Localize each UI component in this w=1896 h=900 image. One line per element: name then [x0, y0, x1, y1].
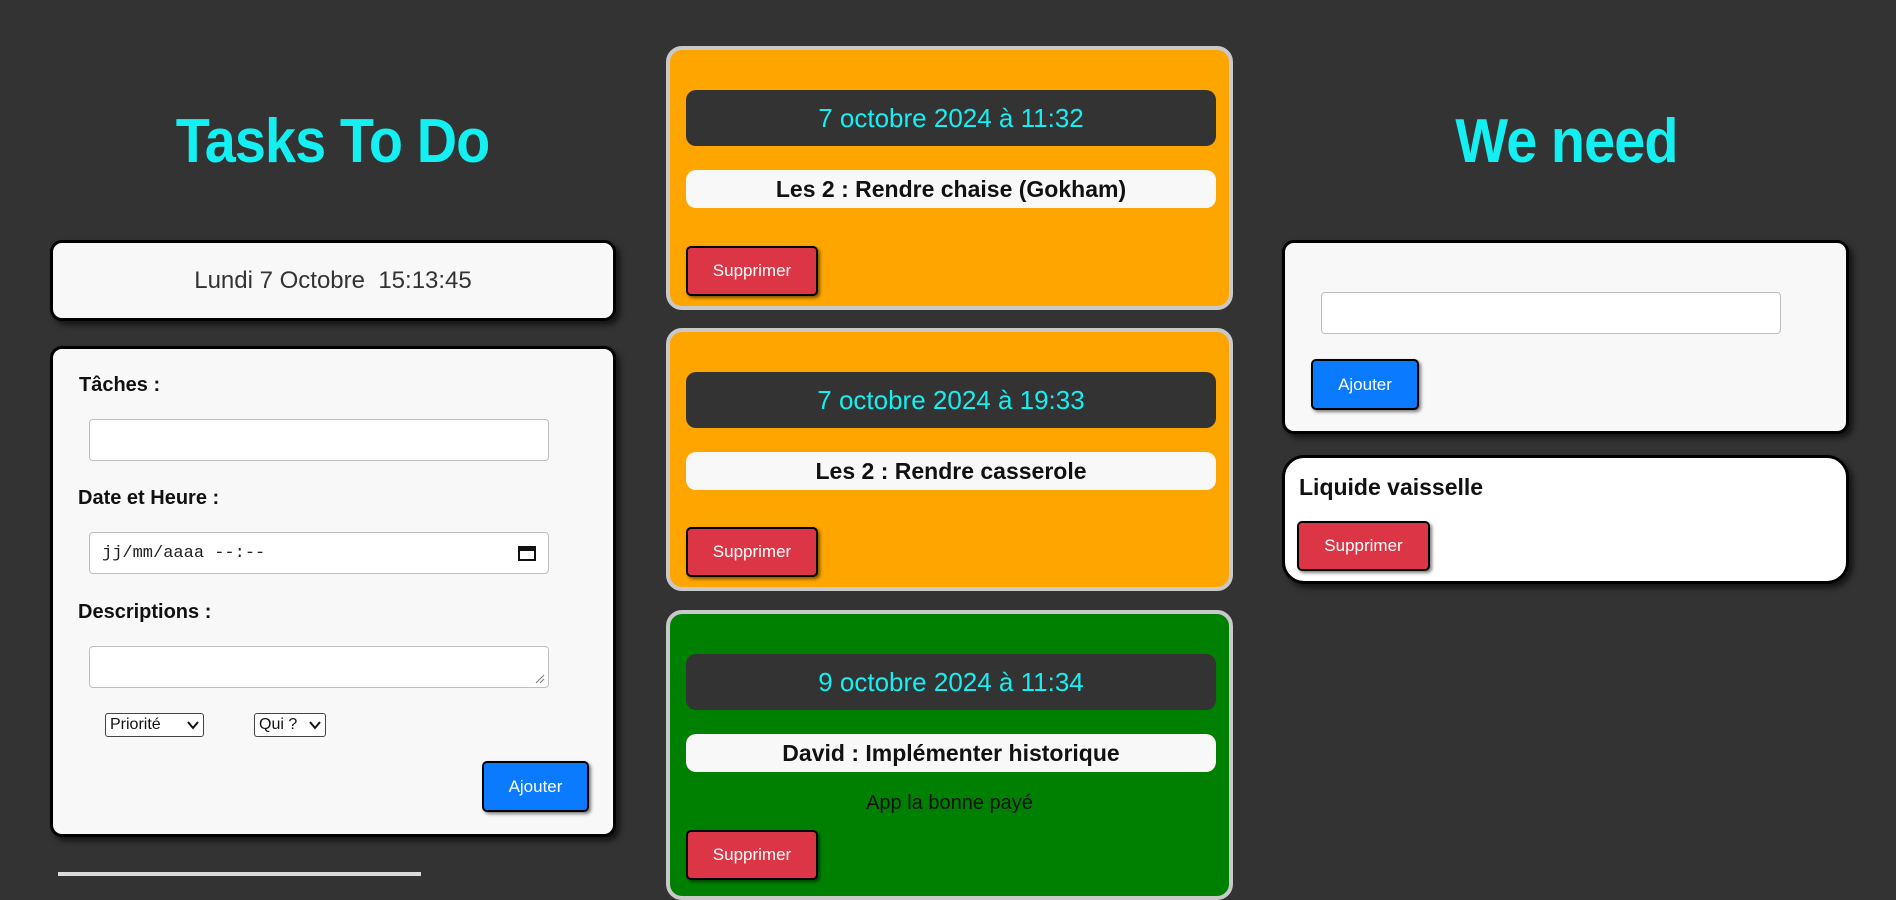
task-card: 7 octobre 2024 à 19:33 Les 2 : Rendre ca… [666, 328, 1233, 591]
task-description: App la bonne payé [866, 792, 1033, 814]
need-input[interactable] [1321, 292, 1781, 334]
delete-need-button[interactable]: Supprimer [1297, 521, 1430, 571]
calendar-icon[interactable] [518, 545, 536, 561]
add-need-button[interactable]: Ajouter [1311, 359, 1419, 410]
task-label: Tâches : [79, 374, 161, 396]
task-date: 7 octobre 2024 à 19:33 [686, 372, 1216, 428]
delete-task-button[interactable]: Supprimer [686, 527, 818, 577]
who-select[interactable]: Qui ? [254, 713, 326, 737]
task-title: David : Implémenter historique [686, 734, 1216, 772]
description-label: Descriptions : [78, 601, 212, 623]
clock-panel: Lundi 7 Octobre 15:13:45 [50, 240, 616, 321]
task-input[interactable] [89, 419, 549, 461]
who-select-value: Qui ? [259, 716, 298, 733]
need-form: Ajouter [1282, 240, 1849, 434]
task-card: 7 octobre 2024 à 11:32 Les 2 : Rendre ch… [666, 46, 1233, 310]
priority-select-value: Priorité [110, 716, 161, 733]
need-item-name: Liquide vaisselle [1299, 474, 1484, 500]
add-task-button[interactable]: Ajouter [482, 761, 589, 812]
we-need-title: We need [1455, 107, 1678, 176]
datetime-placeholder: jj/mm/aaaa --:-- [102, 544, 266, 563]
task-card: 9 octobre 2024 à 11:34 David : Implément… [666, 610, 1233, 900]
chevron-down-icon [309, 721, 321, 730]
description-textarea[interactable] [89, 646, 549, 688]
delete-task-button[interactable]: Supprimer [686, 830, 818, 880]
task-title: Les 2 : Rendre chaise (Gokham) [686, 170, 1216, 208]
current-datetime: Lundi 7 Octobre 15:13:45 [194, 267, 472, 294]
datetime-label: Date et Heure : [78, 487, 220, 509]
divider [58, 872, 421, 876]
task-date: 9 octobre 2024 à 11:34 [686, 654, 1216, 710]
delete-task-button[interactable]: Supprimer [686, 246, 818, 296]
tasks-title: Tasks To Do [175, 107, 490, 176]
resize-handle-icon[interactable] [535, 674, 545, 684]
need-item: Liquide vaisselle Supprimer [1282, 455, 1849, 584]
task-form: Tâches : Date et Heure : jj/mm/aaaa --:-… [50, 346, 616, 837]
datetime-input[interactable]: jj/mm/aaaa --:-- [89, 532, 549, 574]
chevron-down-icon [187, 721, 199, 730]
priority-select[interactable]: Priorité [105, 713, 204, 737]
task-date: 7 octobre 2024 à 11:32 [686, 90, 1216, 146]
task-title: Les 2 : Rendre casserole [686, 452, 1216, 490]
